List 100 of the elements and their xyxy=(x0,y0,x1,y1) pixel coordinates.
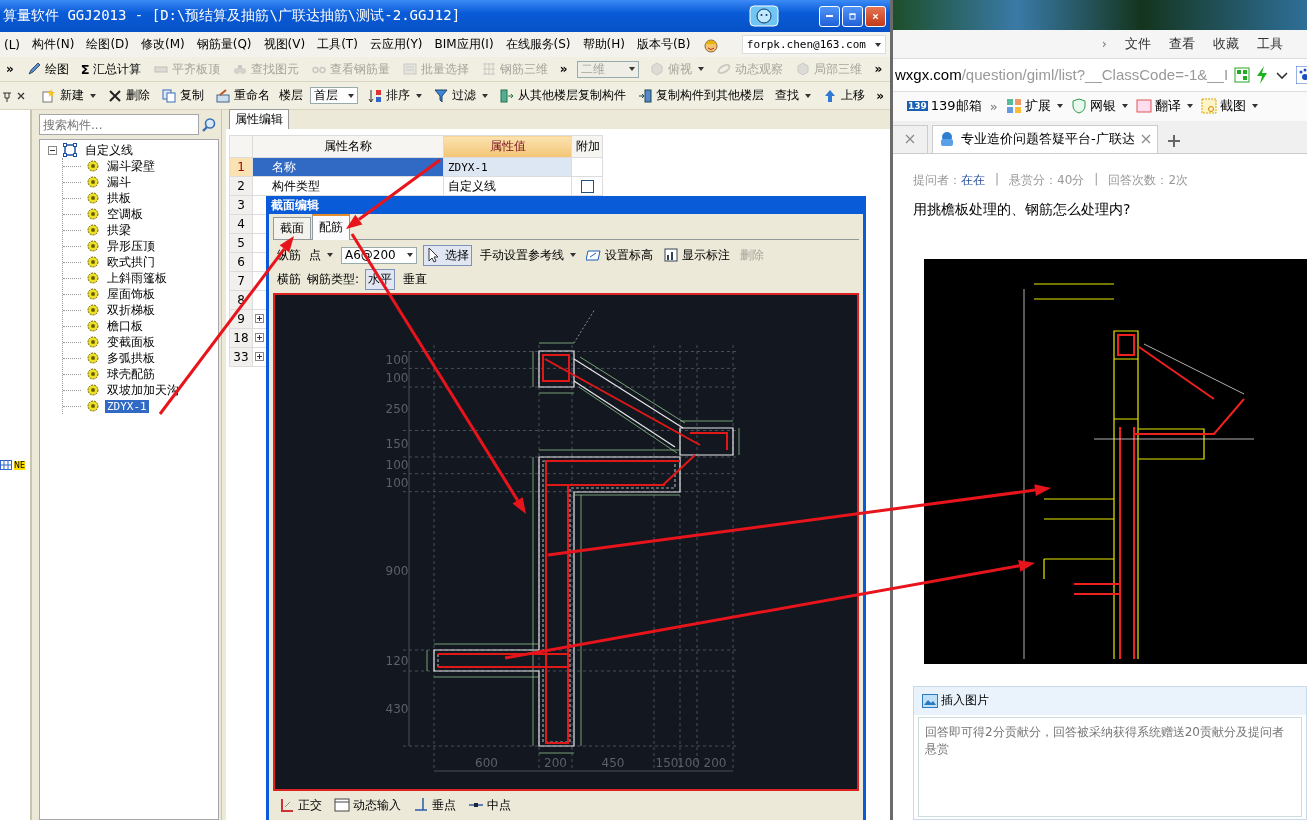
toolbar-button[interactable]: 新建 xyxy=(39,86,98,105)
toolbar-button[interactable]: 排序 xyxy=(365,86,425,105)
menu-item[interactable]: 云应用(Y) xyxy=(369,36,423,53)
toolbar-button[interactable]: 手动设置参考线 xyxy=(478,245,578,265)
menu-item[interactable]: 收藏 xyxy=(1213,34,1239,53)
close-button[interactable] xyxy=(865,5,886,27)
overflow-chevron[interactable]: » xyxy=(4,62,16,76)
tree-item[interactable]: 双折梯板 xyxy=(105,301,157,319)
side-label: NE xyxy=(14,460,26,470)
account-dropdown[interactable]: forpk.chen@163.com xyxy=(741,35,886,54)
tree-item[interactable]: 欧式拱门 xyxy=(105,253,157,271)
qr-code-icon xyxy=(1234,66,1251,83)
dynamic-input-icon xyxy=(334,797,350,813)
menu-chevron[interactable]: › xyxy=(1101,36,1107,52)
overflow-chevron[interactable]: » xyxy=(557,62,570,76)
tree-item[interactable]: 异形压顶 xyxy=(105,237,157,255)
column-header: 属性名称 xyxy=(252,135,444,158)
menu-item[interactable]: 文件 xyxy=(1125,34,1151,53)
tab[interactable]: 截面 xyxy=(273,217,311,239)
tree-item[interactable]: 漏斗梁壁 xyxy=(105,157,157,175)
toolbar-button[interactable]: 查找 xyxy=(773,86,814,105)
toolbar-button[interactable]: 删除 xyxy=(105,86,152,105)
toolbar-button[interactable]: 网银 xyxy=(1070,97,1128,116)
menu-item[interactable]: 帮助(H) xyxy=(582,36,625,53)
pin-icon[interactable] xyxy=(2,89,12,102)
checkbox[interactable] xyxy=(580,180,594,193)
tree-item[interactable]: 拱板 xyxy=(105,189,133,207)
toolbar-button[interactable]: 139 139邮箱 xyxy=(907,97,982,116)
panel-tab[interactable]: 属性编辑 xyxy=(229,109,289,129)
row-expander[interactable] xyxy=(255,333,264,342)
toolbar-button[interactable]: 动态输入 xyxy=(332,795,403,815)
toolbar-button[interactable]: 设置标高 xyxy=(584,245,655,265)
toolbar-button[interactable]: 截图 xyxy=(1200,97,1258,116)
address-bar[interactable]: wxgx.com/question/giml/list?__ClassCode=-1&__I xyxy=(893,57,1307,92)
toolbar-button[interactable]: 垂点 xyxy=(411,795,458,815)
row-expander[interactable] xyxy=(255,352,264,361)
toolbar-button[interactable]: 正交 xyxy=(277,795,324,815)
tree-item[interactable]: 空调板 xyxy=(105,205,145,223)
toolbar-button[interactable]: 中点 xyxy=(466,795,513,815)
tab[interactable]: 配筋 xyxy=(312,214,350,240)
tree-item[interactable]: ZDYX-1 xyxy=(105,399,149,413)
toolbar-button[interactable]: 翻译 xyxy=(1135,97,1193,116)
menu-item[interactable]: 在线服务(S) xyxy=(505,36,571,53)
overflow-chevron[interactable]: » xyxy=(872,62,885,76)
menu-item[interactable]: 视图(V) xyxy=(263,36,306,53)
menu-item[interactable]: 修改(M) xyxy=(141,36,185,53)
toolbar-button[interactable]: Σ 汇总计算 xyxy=(78,59,143,79)
tree-item[interactable]: 变截面板 xyxy=(105,333,157,351)
toolbar-button[interactable]: 从其他楼层复制构件 xyxy=(497,86,629,105)
url-text[interactable]: wxgx.com/question/giml/list?__ClassCode=-1&__I xyxy=(895,66,1229,84)
menu-item[interactable]: 工具 xyxy=(1257,34,1283,53)
elevation-icon xyxy=(586,247,602,263)
toolbar-button[interactable]: 重命名 xyxy=(213,86,272,105)
toolbar-button[interactable]: 显示标注 xyxy=(661,245,732,265)
copy-floor-icon xyxy=(637,87,654,104)
gear-icon xyxy=(87,304,99,316)
toolbar-button[interactable]: 上移 xyxy=(820,86,868,105)
overflow-chevron[interactable]: » xyxy=(989,98,998,114)
tree-item[interactable]: 檐口板 xyxy=(105,317,145,335)
toolbar-button[interactable]: 复制构件到其他楼层 xyxy=(635,86,767,105)
tree-item[interactable]: 自定义线 xyxy=(83,141,135,159)
tree-item[interactable]: 上斜雨篷板 xyxy=(105,269,169,287)
answer-box[interactable]: 回答即可得2分贡献分，回答被采纳获得系统赠送20贡献分及提问者悬赏 xyxy=(918,717,1302,817)
gear-icon xyxy=(87,288,99,300)
tree-item[interactable]: 球壳配筋 xyxy=(105,365,157,383)
dimension-label: 900 xyxy=(385,563,409,578)
menu-item[interactable]: 构件(N) xyxy=(32,36,75,53)
toolbar-button[interactable]: 过滤 xyxy=(431,86,491,105)
close-icon[interactable] xyxy=(16,90,26,101)
ortho-icon xyxy=(279,797,295,813)
toolbar-button[interactable]: 扩展 xyxy=(1005,97,1063,116)
tree-item[interactable]: 拱梁 xyxy=(105,221,133,239)
chart-icon xyxy=(663,247,679,263)
toolbar-button[interactable]: 选择 xyxy=(423,244,472,266)
menu-item[interactable]: (L) xyxy=(4,37,21,52)
menu-item[interactable]: BIM应用(I) xyxy=(434,36,494,53)
toolbar-button[interactable]: 垂直 xyxy=(401,269,430,289)
toolbar-button[interactable]: 点 xyxy=(307,245,335,265)
insert-image-button[interactable]: 插入图片 xyxy=(922,692,989,710)
menu-item[interactable]: 版本号(B) xyxy=(636,36,691,53)
asker-link[interactable]: 在在 xyxy=(961,172,985,189)
pencil-icon xyxy=(25,61,42,77)
browser-tab[interactable]: 专业造价问题答疑平台-广联达 xyxy=(932,125,1158,153)
menu-item[interactable]: 绘图(D) xyxy=(86,36,129,53)
divider-text: | xyxy=(1094,172,1099,188)
minimize-button[interactable] xyxy=(819,5,840,27)
toolbar-button[interactable]: 绘图 xyxy=(23,59,71,79)
toolbar-button[interactable]: 复制 xyxy=(159,86,206,105)
tree-expander[interactable] xyxy=(48,145,57,155)
overflow-chevron[interactable]: » xyxy=(874,88,886,103)
dropdown-field[interactable]: 首层 xyxy=(310,87,359,104)
menu-item[interactable]: 查看 xyxy=(1169,34,1195,53)
sigma-symbol: Σ xyxy=(80,61,90,77)
maximize-button[interactable] xyxy=(842,5,863,27)
tree-item[interactable]: 屋面饰板 xyxy=(105,285,157,303)
row-expander[interactable] xyxy=(255,314,264,323)
tree-item[interactable]: 多弧拱板 xyxy=(105,349,157,367)
menu-item[interactable]: 工具(T) xyxy=(317,36,358,53)
tree-item[interactable]: 漏斗 xyxy=(105,173,133,191)
menu-item[interactable]: 钢筋量(Q) xyxy=(196,36,252,53)
